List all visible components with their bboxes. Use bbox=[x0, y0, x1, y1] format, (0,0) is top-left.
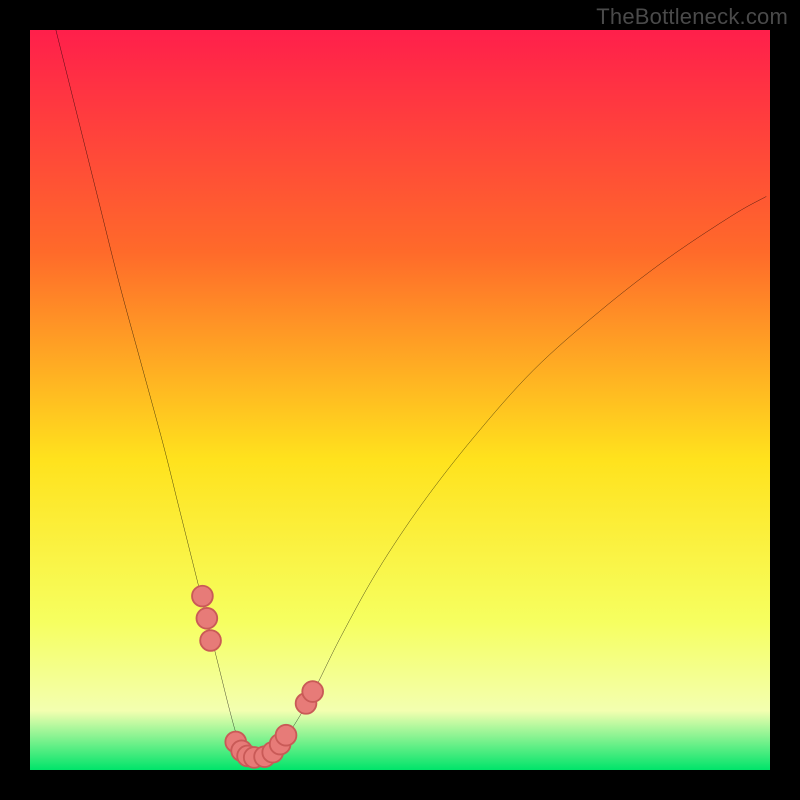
data-marker bbox=[197, 608, 218, 629]
data-marker bbox=[200, 630, 221, 651]
chart-svg bbox=[30, 30, 770, 770]
gradient-background bbox=[30, 30, 770, 770]
data-marker bbox=[276, 725, 297, 746]
data-marker bbox=[302, 681, 323, 702]
chart-frame: TheBottleneck.com bbox=[0, 0, 800, 800]
data-marker bbox=[192, 586, 213, 607]
watermark-text: TheBottleneck.com bbox=[596, 4, 788, 30]
plot-area bbox=[30, 30, 770, 770]
